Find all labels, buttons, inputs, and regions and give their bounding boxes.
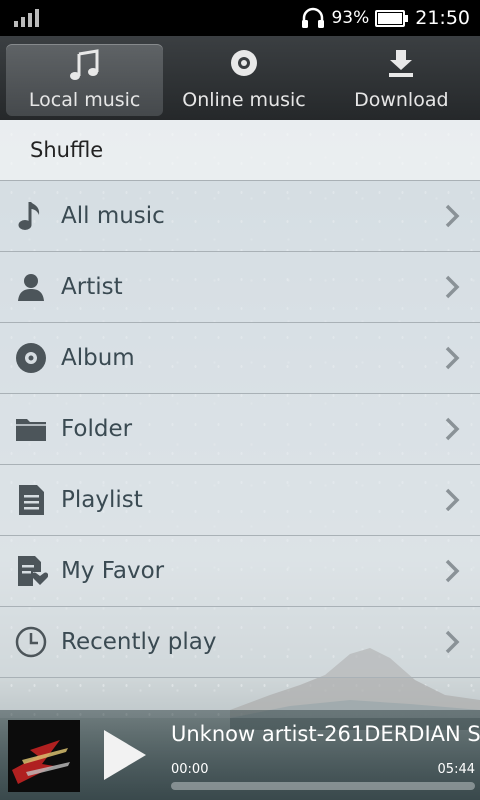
battery-icon bbox=[375, 9, 409, 27]
menu-item-all-music[interactable]: All music bbox=[0, 181, 480, 252]
chevron-right-icon bbox=[445, 275, 460, 299]
folder-icon bbox=[16, 419, 46, 441]
person-icon bbox=[18, 274, 44, 301]
headphones-icon bbox=[302, 7, 325, 28]
menu-item-label: Recently play bbox=[61, 629, 217, 655]
chevron-right-icon bbox=[445, 630, 460, 654]
tab-label: Local music bbox=[28, 89, 141, 111]
chevron-right-icon bbox=[445, 488, 460, 512]
tab-bar: Local music Online music Download bbox=[0, 36, 480, 120]
chevron-right-icon bbox=[445, 417, 460, 441]
chevron-right-icon bbox=[445, 346, 460, 370]
menu-item-recently-play[interactable]: Recently play bbox=[0, 607, 480, 678]
menu-item-my-favor[interactable]: My Favor bbox=[0, 536, 480, 607]
menu-item-label: Artist bbox=[61, 274, 123, 300]
tab-online-music[interactable]: Online music bbox=[165, 36, 322, 120]
download-icon bbox=[389, 50, 414, 77]
chevron-right-icon bbox=[445, 204, 460, 228]
signal-strength-icon bbox=[14, 9, 39, 27]
tab-label: Download bbox=[354, 89, 449, 111]
elapsed-time: 00:00 bbox=[171, 762, 209, 777]
tab-local-music[interactable]: Local music bbox=[6, 44, 164, 116]
album-art-logo bbox=[8, 720, 80, 792]
favorite-list-icon bbox=[18, 556, 48, 586]
menu-item-label: Folder bbox=[61, 416, 133, 442]
clock: 21:50 bbox=[415, 7, 470, 29]
tab-download[interactable]: Download bbox=[323, 36, 480, 120]
menu-item-album[interactable]: Album bbox=[0, 323, 480, 394]
shuffle-button[interactable]: Shuffle bbox=[0, 120, 480, 181]
tab-label: Online music bbox=[182, 89, 306, 111]
menu-item-folder[interactable]: Folder bbox=[0, 394, 480, 465]
mini-player: Unknow artist-261DERDIAN S 00:00 05:44 bbox=[0, 710, 480, 800]
chevron-right-icon bbox=[445, 559, 460, 583]
progress-bar[interactable] bbox=[171, 782, 475, 790]
music-note-icon bbox=[69, 49, 99, 80]
disc-icon bbox=[16, 343, 46, 373]
album-cover[interactable] bbox=[8, 720, 80, 792]
total-time: 05:44 bbox=[437, 762, 475, 777]
library-menu: Shuffle All music Artist Album Folder Pl… bbox=[0, 120, 480, 718]
menu-item-label: My Favor bbox=[61, 558, 165, 584]
battery-level-fill bbox=[378, 12, 403, 24]
menu-item-label: All music bbox=[61, 203, 165, 229]
clock-icon bbox=[15, 626, 47, 658]
menu-item-label: Playlist bbox=[61, 487, 143, 513]
now-playing-title: Unknow artist-261DERDIAN S bbox=[171, 722, 480, 746]
battery-percent: 93% bbox=[331, 8, 370, 28]
music-note-icon bbox=[18, 202, 40, 230]
shuffle-label: Shuffle bbox=[30, 138, 104, 162]
playlist-icon bbox=[19, 485, 44, 515]
menu-item-playlist[interactable]: Playlist bbox=[0, 465, 480, 536]
status-bar: 93% 21:50 bbox=[0, 0, 480, 36]
menu-item-artist[interactable]: Artist bbox=[0, 252, 480, 323]
play-button[interactable] bbox=[96, 726, 150, 784]
disc-icon bbox=[230, 50, 257, 76]
menu-item-label: Album bbox=[61, 345, 135, 371]
